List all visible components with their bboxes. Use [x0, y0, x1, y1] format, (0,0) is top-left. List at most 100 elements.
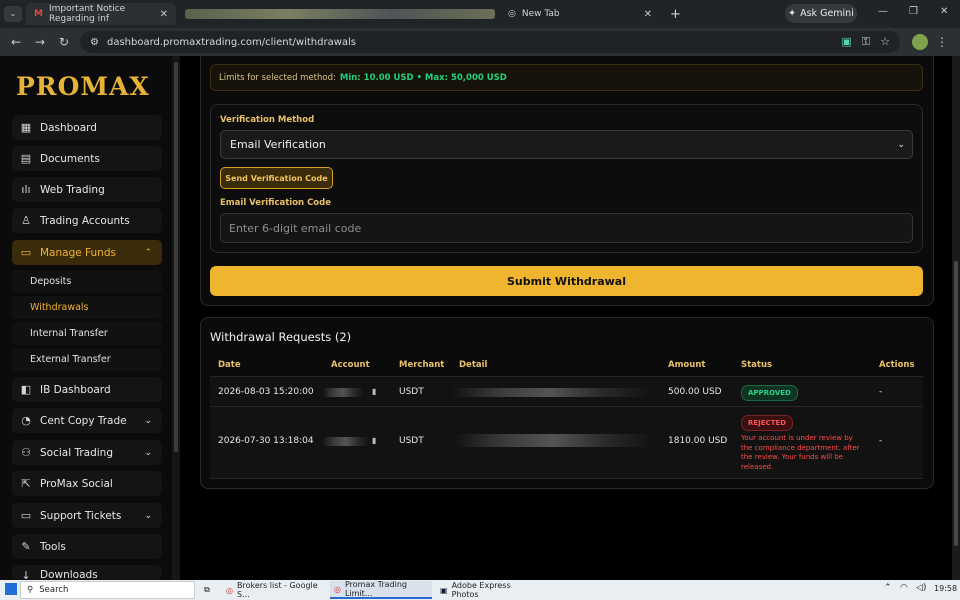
column-header-actions: Actions	[879, 360, 915, 370]
promax-logo[interactable]: PROMAX	[16, 72, 150, 101]
redacted-account	[322, 388, 364, 397]
sidebar-item-label: Social Trading	[40, 446, 113, 459]
sidebar-item-ib-dashboard[interactable]: ◧ IB Dashboard	[12, 377, 162, 402]
email-code-label: Email Verification Code	[220, 198, 331, 208]
sidebar-item-label: IB Dashboard	[40, 383, 111, 396]
password-key-icon[interactable]: ⚿	[862, 35, 870, 49]
chevron-down-icon: ⌄	[144, 415, 152, 426]
sidebar-item-social-trading[interactable]: ⚇ Social Trading ⌄	[12, 440, 162, 465]
sidebar-item-support-tickets[interactable]: ▭ Support Tickets ⌄	[12, 503, 162, 528]
verification-method-select[interactable]: Email Verification ⌄	[220, 130, 913, 159]
verification-method-label: Verification Method	[220, 115, 315, 125]
wallet-icon: ▭	[20, 246, 32, 259]
row-merchant: USDT	[399, 387, 424, 397]
status-badge-approved: APPROVED	[741, 385, 798, 401]
sidebar-scrollbar-thumb[interactable]	[174, 62, 178, 452]
taskbar-app-adobe[interactable]: ▣ Adobe Express Photos	[436, 581, 540, 599]
site-info-icon[interactable]: ⚙	[90, 37, 99, 48]
row-date: 2026-07-30 13:18:04	[218, 436, 314, 446]
redacted-account	[322, 437, 370, 446]
limits-value: Min: 10.00 USD • Max: 50,000 USD	[339, 72, 507, 83]
close-window-icon[interactable]: ✕	[940, 6, 948, 17]
sidebar-item-label: Web Trading	[40, 183, 105, 196]
ask-gemini-label: Ask Gemini	[800, 8, 854, 19]
sidebar-item-tools[interactable]: ✎ Tools	[12, 534, 162, 559]
windows-start-icon[interactable]	[5, 583, 17, 595]
sidebar-item-label: Documents	[40, 152, 100, 165]
restore-icon[interactable]: ❐	[909, 6, 918, 17]
gemini-icon: ✦	[788, 8, 797, 19]
bookmark-star-icon[interactable]: ☆	[880, 35, 890, 49]
ask-gemini-button[interactable]: ✦ Ask Gemini	[785, 4, 857, 23]
table-row: 2026-08-03 15:20:00 ▮ USDT 500.00 USD AP…	[210, 376, 923, 407]
column-header-date: Date	[218, 360, 241, 370]
taskbar-search[interactable]: ⚲ Search	[20, 581, 195, 599]
sidebar-item-trading-accounts[interactable]: ♙ Trading Accounts	[12, 208, 162, 233]
back-icon[interactable]: ←	[4, 35, 28, 49]
submit-withdrawal-button[interactable]: Submit Withdrawal	[210, 266, 923, 296]
column-header-detail: Detail	[459, 360, 488, 370]
task-view-icon[interactable]: ⧉	[200, 581, 214, 599]
sidebar-item-label: ProMax Social	[40, 477, 113, 490]
sidebar-item-documents[interactable]: ▤ Documents	[12, 146, 162, 171]
sidebar-subitem-internal-transfer[interactable]: Internal Transfer	[12, 322, 162, 345]
sidebar-subitem-deposits[interactable]: Deposits	[12, 270, 162, 293]
send-verification-code-button[interactable]: Send Verification Code	[220, 167, 333, 189]
install-app-icon[interactable]: ▣	[841, 35, 851, 49]
url-text: dashboard.promaxtrading.com/client/withd…	[106, 36, 357, 48]
sidebar-scrollbar[interactable]	[172, 56, 180, 580]
redacted-detail	[450, 388, 650, 397]
wifi-icon[interactable]: ◠	[900, 583, 908, 593]
page-scrollbar[interactable]	[952, 56, 960, 580]
sidebar-item-downloads[interactable]: ↓ Downloads	[12, 565, 162, 580]
minimize-icon[interactable]: —	[878, 6, 888, 17]
copy-trade-icon: ◔	[21, 414, 31, 427]
sidebar-item-label: Downloads	[40, 569, 98, 580]
chrome-icon: ◎	[226, 585, 233, 595]
sidebar: PROMAX ▦ Dashboard ▤ Documents ılı Web T…	[0, 56, 172, 580]
copy-icon[interactable]: ▮	[372, 436, 376, 445]
sidebar-item-manage-funds[interactable]: ▭ Manage Funds ⌃	[12, 240, 162, 265]
adobe-icon: ▣	[440, 585, 448, 595]
sidebar-item-cent-copy-trade[interactable]: ◔ Cent Copy Trade ⌄	[12, 408, 162, 433]
user-icon: ♙	[21, 214, 31, 227]
tab-new-tab[interactable]: ◎ New Tab ✕	[500, 3, 660, 25]
bar-chart-icon: ılı	[21, 183, 31, 196]
tab-gmail[interactable]: M Important Notice Regarding inf ✕	[26, 3, 176, 25]
tab-title: New Tab	[521, 9, 560, 19]
sidebar-item-promax-social[interactable]: ⇱ ProMax Social	[12, 471, 162, 496]
download-icon: ↓	[21, 569, 31, 580]
reload-icon[interactable]: ↻	[52, 35, 76, 49]
chevron-down-icon: ⌄	[144, 510, 152, 521]
sidebar-item-dashboard[interactable]: ▦ Dashboard	[12, 115, 162, 140]
row-date: 2026-08-03 15:20:00	[218, 387, 314, 397]
withdrawal-requests-title: Withdrawal Requests (2)	[210, 330, 352, 344]
sidebar-item-label: Trading Accounts	[40, 214, 130, 227]
taskbar-app-promax[interactable]: ◎ Promax Trading Limit...	[330, 580, 432, 599]
chrome-icon: ◎	[508, 9, 516, 19]
email-code-input[interactable]: Enter 6-digit email code	[220, 213, 913, 243]
profile-avatar[interactable]	[912, 34, 928, 50]
row-actions: -	[879, 436, 883, 446]
close-icon[interactable]: ✕	[644, 9, 652, 20]
taskbar-app-brokers[interactable]: ◎ Brokers list - Google S...	[222, 581, 328, 599]
tab-search-icon[interactable]: ⌄	[4, 6, 22, 22]
sidebar-subitem-withdrawals[interactable]: Withdrawals	[12, 296, 162, 319]
page-scrollbar-thumb[interactable]	[954, 261, 958, 546]
sidebar-subitem-external-transfer[interactable]: External Transfer	[12, 348, 162, 371]
volume-icon[interactable]: ◁)	[916, 583, 926, 593]
copy-icon[interactable]: ▮	[372, 387, 376, 396]
menu-icon[interactable]: ⋮	[930, 35, 954, 49]
sidebar-item-label: Dashboard	[40, 121, 97, 134]
row-actions: -	[879, 387, 883, 397]
row-merchant: USDT	[399, 436, 424, 446]
forward-icon[interactable]: →	[28, 35, 52, 49]
url-field[interactable]: ⚙ dashboard.promaxtrading.com/client/wit…	[80, 31, 900, 53]
clock[interactable]: 19:58	[934, 584, 957, 593]
blurred-tab[interactable]	[185, 9, 495, 19]
rejection-note: Your account is under review by the comp…	[741, 434, 860, 471]
sidebar-item-web-trading[interactable]: ılı Web Trading	[12, 177, 162, 202]
new-tab-button[interactable]: +	[662, 3, 689, 25]
close-icon[interactable]: ✕	[160, 9, 168, 20]
tray-chevron-icon[interactable]: ⌃	[884, 583, 892, 593]
